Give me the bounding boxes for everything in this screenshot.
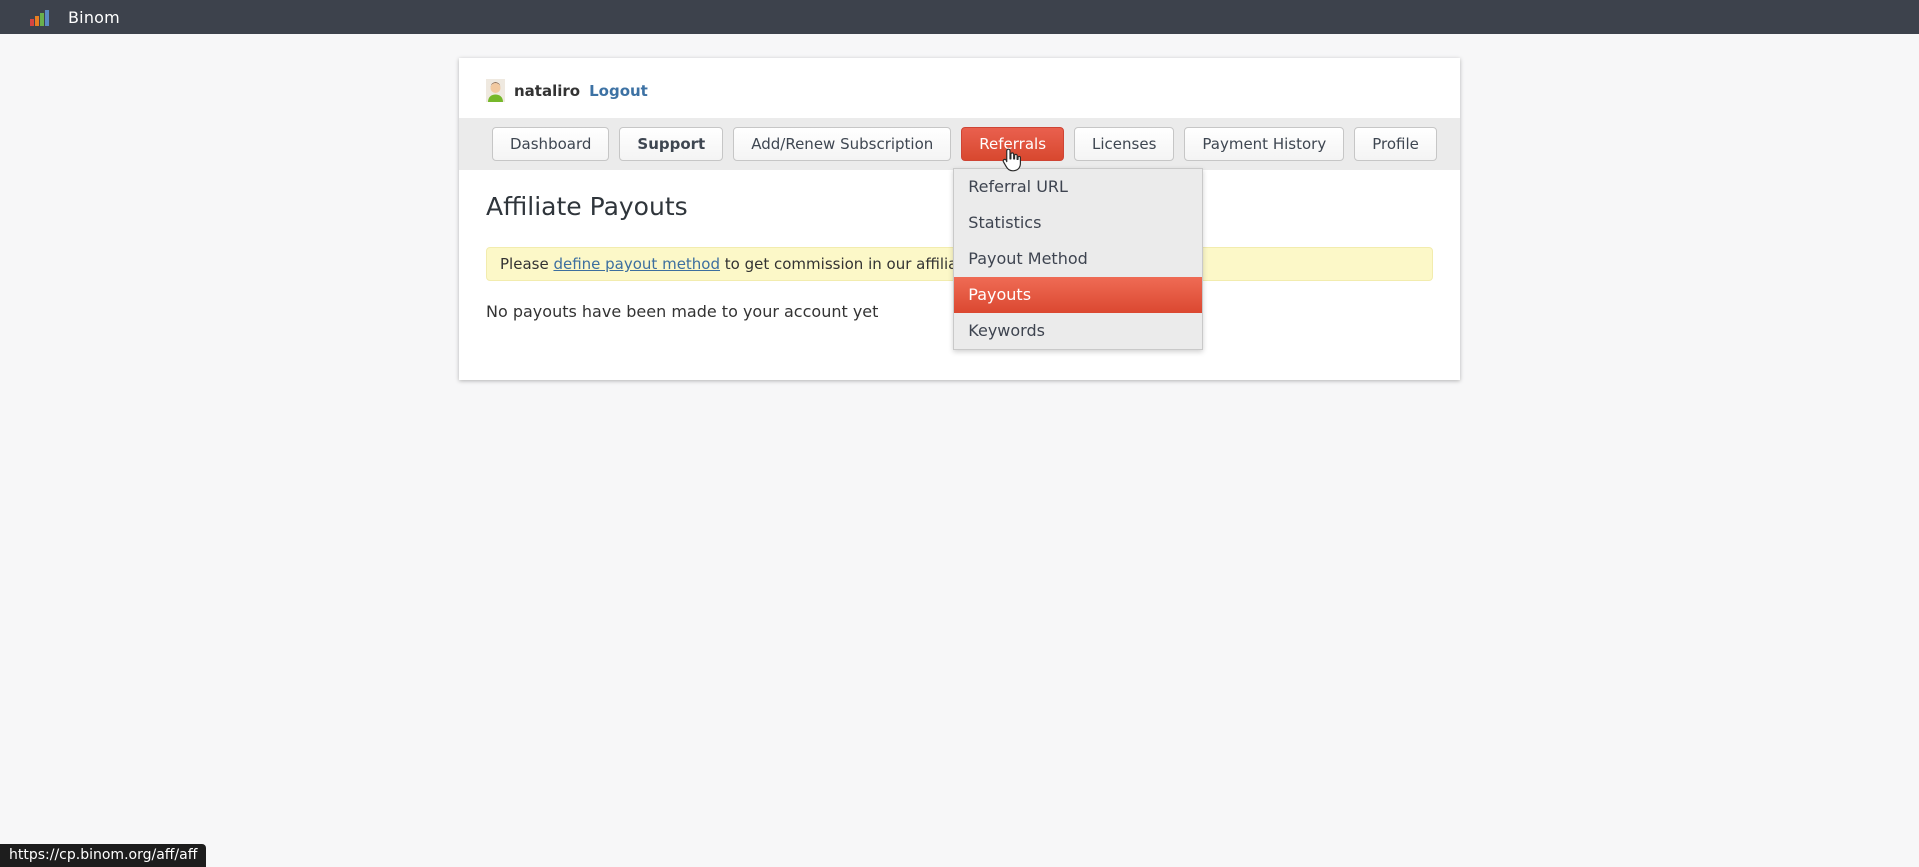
- define-payout-method-link[interactable]: define payout method: [553, 255, 720, 273]
- tab-dashboard[interactable]: Dashboard: [492, 127, 609, 161]
- topbar: Binom: [0, 0, 1919, 34]
- menu-item-payout-method[interactable]: Payout Method: [954, 241, 1202, 277]
- brand-title: Binom: [68, 8, 120, 27]
- nav-strip: Dashboard Support Add/Renew Subscription…: [459, 118, 1460, 170]
- status-url-tooltip: https://cp.binom.org/aff/aff: [0, 844, 206, 867]
- menu-item-referral-url[interactable]: Referral URL: [954, 169, 1202, 205]
- user-row: nataliro Logout: [459, 58, 1460, 102]
- tab-support[interactable]: Support: [619, 127, 723, 161]
- menu-item-payouts[interactable]: Payouts: [954, 277, 1202, 313]
- main-card: nataliro Logout Dashboard Support Add/Re…: [459, 58, 1460, 380]
- referrals-dropdown: Referral URL Statistics Payout Method Pa…: [953, 168, 1203, 350]
- tab-referrals[interactable]: Referrals: [961, 127, 1064, 161]
- referrals-menu-wrap: Referrals Referral URL Statistics Payout…: [961, 127, 1064, 170]
- notice-prefix: Please: [500, 255, 553, 273]
- menu-item-statistics[interactable]: Statistics: [954, 205, 1202, 241]
- menu-item-keywords[interactable]: Keywords: [954, 313, 1202, 349]
- tab-licenses[interactable]: Licenses: [1074, 127, 1174, 161]
- tab-profile[interactable]: Profile: [1354, 127, 1437, 161]
- user-avatar-image: [486, 79, 505, 102]
- logout-link[interactable]: Logout: [589, 82, 648, 100]
- username: nataliro: [514, 82, 580, 100]
- tab-add-renew-subscription[interactable]: Add/Renew Subscription: [733, 127, 951, 161]
- tab-payment-history[interactable]: Payment History: [1184, 127, 1344, 161]
- bar-chart-icon: [30, 9, 53, 26]
